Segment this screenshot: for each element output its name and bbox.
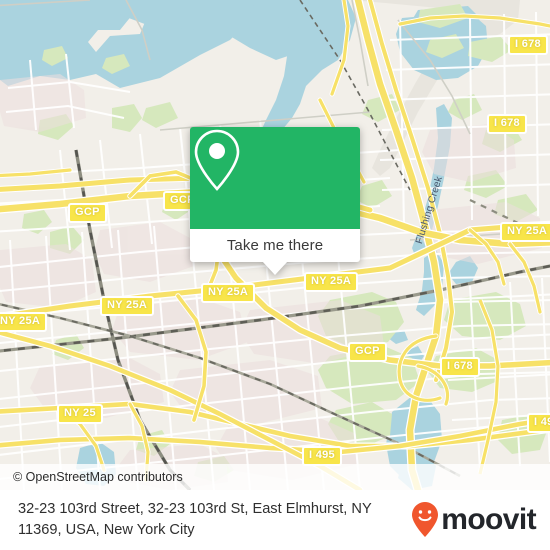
road-shield[interactable]: NY 25A [0, 312, 48, 332]
osm-attribution[interactable]: © OpenStreetMap contributors [0, 464, 550, 490]
footer-bar: 32-23 103rd Street, 32-23 103rd St, East… [0, 490, 550, 550]
moovit-wordmark: moovit [441, 503, 536, 536]
moovit-logo[interactable]: moovit [410, 501, 542, 539]
road-shield[interactable]: I 49 [527, 413, 550, 433]
road-shield[interactable]: NY 25A [500, 222, 550, 242]
road-shield[interactable]: I 678 [487, 114, 527, 134]
road-shield[interactable]: I 678 [440, 357, 480, 377]
popup-tail-pointer [262, 261, 288, 275]
road-shield[interactable]: I 678 [508, 35, 548, 55]
road-shield[interactable]: GCP [68, 203, 107, 223]
moovit-pin-icon [412, 502, 439, 537]
road-shield[interactable]: NY 25A [100, 296, 155, 316]
popup-header [190, 127, 360, 229]
road-shield[interactable]: GCP [348, 342, 387, 362]
map-canvas[interactable]: Flushing Creek I 678 I 678 GCP GCP NY 25… [0, 0, 550, 490]
road-shield[interactable]: NY 25A [304, 272, 359, 292]
take-me-there-label: Take me there [226, 237, 324, 254]
road-shield[interactable]: NY 25 [57, 404, 103, 424]
road-shield[interactable]: NY 25A [201, 283, 256, 303]
location-pin-icon [194, 129, 240, 191]
road-shield[interactable]: I 495 [302, 446, 342, 466]
map-popup-card[interactable]: Take me there [190, 127, 360, 275]
popup-action-bar[interactable]: Take me there [190, 229, 360, 275]
address-label: 32-23 103rd Street, 32-23 103rd St, East… [18, 501, 372, 538]
moovit-map-screenshot: Flushing Creek I 678 I 678 GCP GCP NY 25… [0, 0, 550, 550]
